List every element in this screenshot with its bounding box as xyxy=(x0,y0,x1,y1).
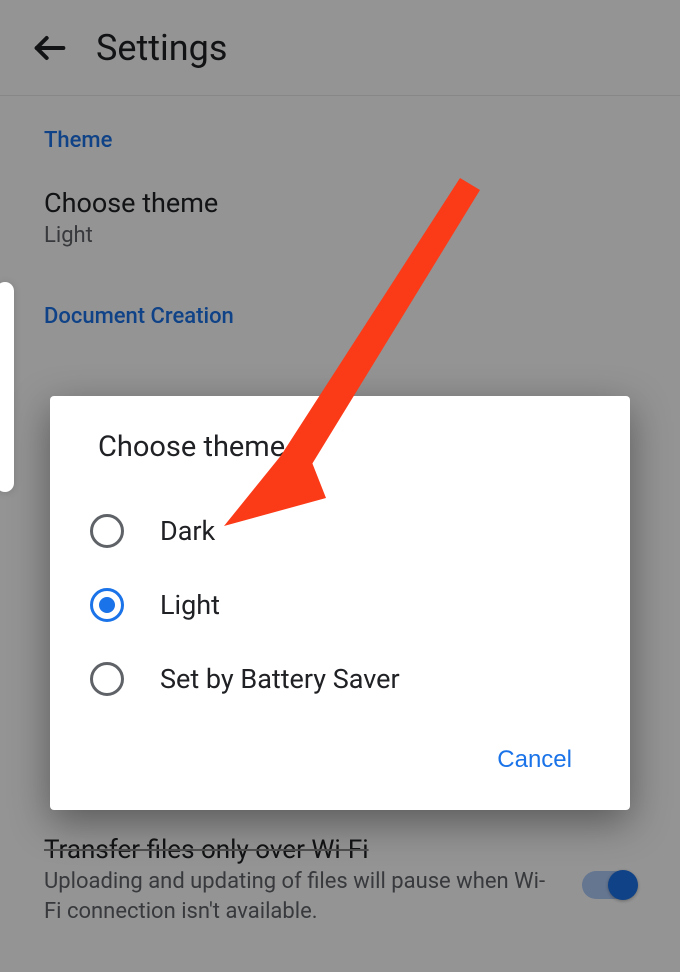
choose-theme-dialog: Choose theme Dark Light Set by Battery S… xyxy=(50,396,630,810)
dialog-title: Choose theme xyxy=(80,430,600,464)
radio-icon xyxy=(90,514,124,548)
theme-option-light[interactable]: Light xyxy=(80,568,600,642)
radio-icon xyxy=(90,662,124,696)
theme-option-label: Set by Battery Saver xyxy=(160,663,400,695)
navigation-handle[interactable] xyxy=(0,282,14,492)
theme-option-label: Light xyxy=(160,589,220,621)
theme-option-label: Dark xyxy=(160,515,215,547)
cancel-button[interactable]: Cancel xyxy=(485,736,584,784)
dialog-actions: Cancel xyxy=(80,716,600,796)
radio-icon xyxy=(90,588,124,622)
theme-option-battery[interactable]: Set by Battery Saver xyxy=(80,642,600,716)
theme-option-dark[interactable]: Dark xyxy=(80,494,600,568)
